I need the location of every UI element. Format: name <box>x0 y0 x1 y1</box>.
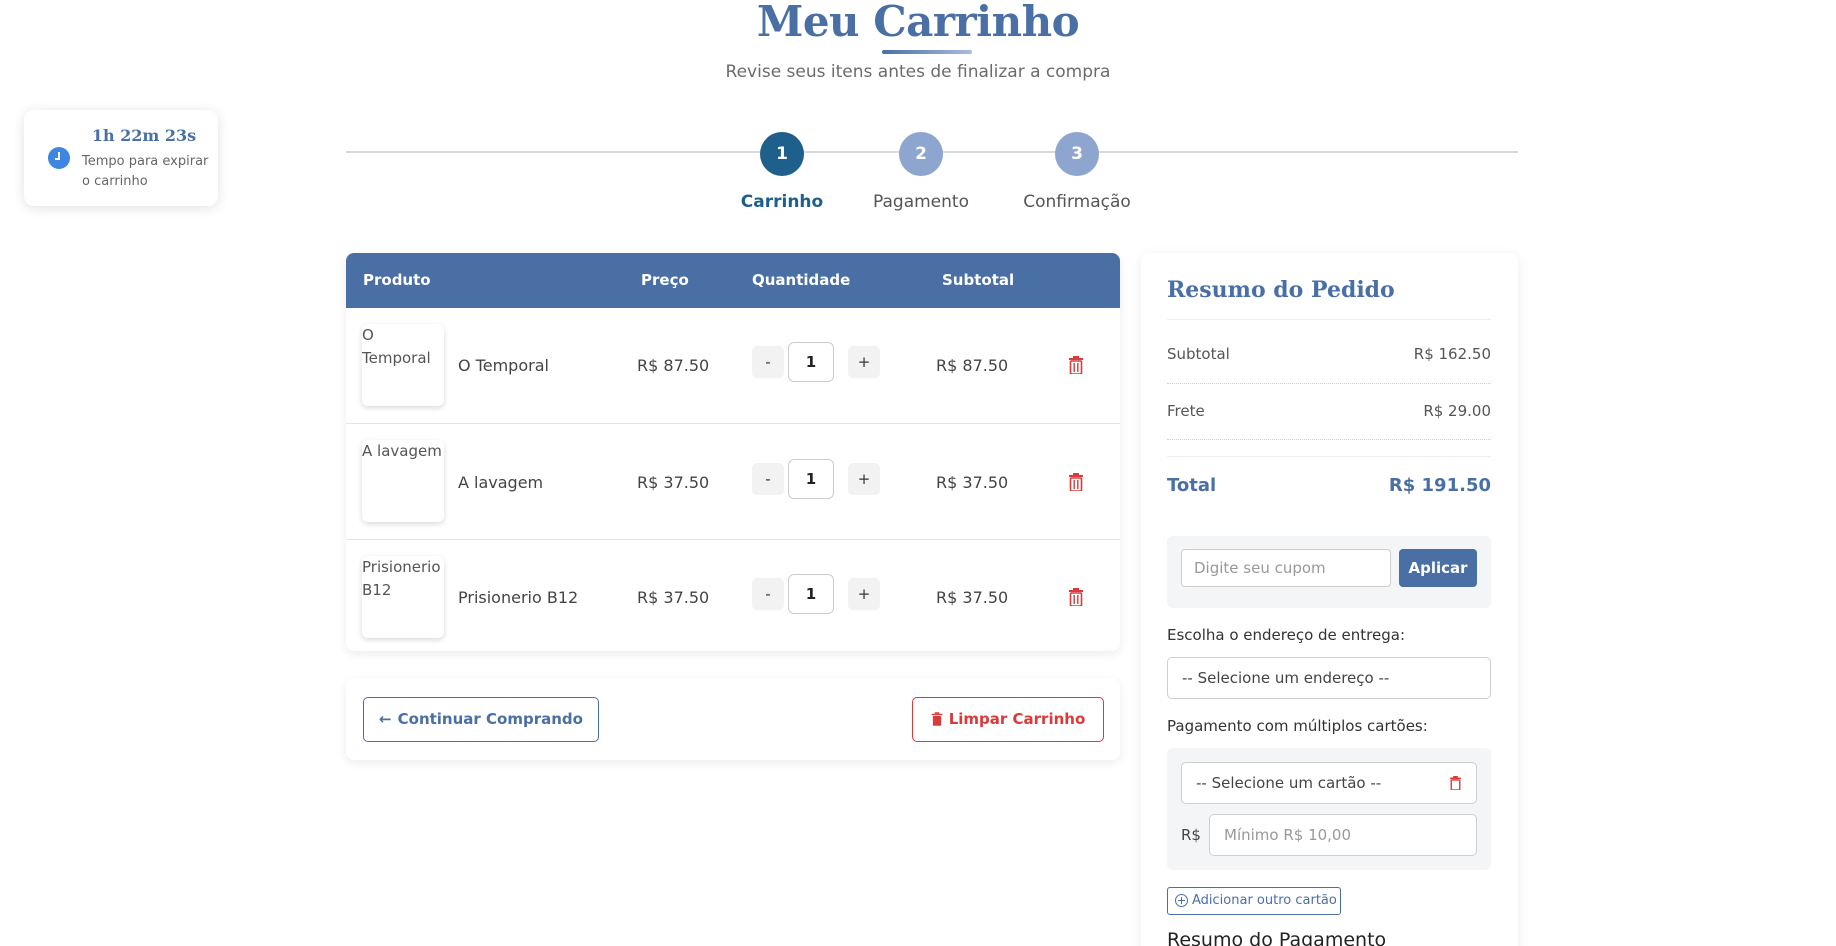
decrease-quantity-button[interactable]: - <box>752 463 784 495</box>
product-image[interactable]: Prisionerio B12 <box>362 556 444 638</box>
page-title: Meu Carrinho <box>756 0 1080 46</box>
step-3-circle: 3 <box>1055 132 1099 176</box>
product-image[interactable]: A lavagem <box>362 440 444 522</box>
timer-value: 1h 22m 23s <box>91 126 197 145</box>
clear-cart-label: Limpar Carrinho <box>948 710 1086 728</box>
subtotal-value: R$ 162.50 <box>1413 345 1491 363</box>
coupon-input[interactable]: Digite seu cupom <box>1181 549 1391 587</box>
currency-label: R$ <box>1181 826 1201 844</box>
add-card-label: Adicionar outro cartão <box>1192 893 1337 908</box>
page-subtitle: Revise seus itens antes de finalizar a c… <box>725 62 1111 82</box>
trash-icon <box>931 712 942 726</box>
shipping-value: R$ 29.00 <box>1423 402 1491 420</box>
table-row: A lavagem A lavagem R$ 37.50 - 1 + R$ 37… <box>346 424 1120 540</box>
cart-table: Produto Preço Quantidade Subtotal O Temp… <box>346 253 1120 651</box>
order-summary-title: Resumo do Pedido <box>1167 277 1395 303</box>
address-select[interactable]: -- Selecione um endereço -- <box>1167 657 1491 699</box>
step-2-circle: 2 <box>899 132 943 176</box>
product-name[interactable]: Prisionerio B12 <box>458 588 578 607</box>
increase-quantity-button[interactable]: + <box>848 346 880 378</box>
product-price: R$ 87.50 <box>637 356 710 375</box>
card-select-value: -- Selecione um cartão -- <box>1196 774 1382 792</box>
trash-icon[interactable] <box>1068 588 1084 606</box>
step-1-circle: 1 <box>760 132 804 176</box>
quantity-input[interactable]: 1 <box>788 459 834 499</box>
subtotal-label: Subtotal <box>1167 345 1230 363</box>
title-underline <box>882 50 972 54</box>
table-row: Prisionerio B12 Prisionerio B12 R$ 37.50… <box>346 540 1120 651</box>
cart-actions: ← Continuar Comprando Limpar Carrinho <box>346 678 1120 760</box>
product-name[interactable]: O Temporal <box>458 356 549 375</box>
card-select[interactable]: -- Selecione um cartão -- <box>1181 762 1477 804</box>
increase-quantity-button[interactable]: + <box>848 578 880 610</box>
total-value: R$ 191.50 <box>1388 475 1491 496</box>
quantity-input[interactable]: 1 <box>788 342 834 382</box>
divider <box>1167 439 1491 440</box>
plus-circle-icon <box>1175 894 1188 907</box>
column-header-quantity: Quantidade <box>752 271 851 289</box>
column-header-price: Preço <box>641 271 689 289</box>
shipping-label: Frete <box>1167 402 1205 420</box>
product-image[interactable]: O Temporal <box>362 324 444 406</box>
decrease-quantity-button[interactable]: - <box>752 578 784 610</box>
column-header-product: Produto <box>363 271 431 289</box>
increase-quantity-button[interactable]: + <box>848 463 880 495</box>
continue-shopping-label: Continuar Comprando <box>397 710 583 728</box>
multi-card-label: Pagamento com múltiplos cartões: <box>1167 717 1428 735</box>
continue-shopping-button[interactable]: ← Continuar Comprando <box>363 697 599 742</box>
trash-icon[interactable] <box>1068 473 1084 491</box>
address-label: Escolha o endereço de entrega: <box>1167 626 1406 644</box>
coupon-section: Digite seu cupom Aplicar <box>1167 536 1491 608</box>
step-3-label: Confirmação <box>1023 192 1131 212</box>
trash-icon[interactable] <box>1068 356 1084 374</box>
trash-icon[interactable] <box>1449 776 1462 790</box>
product-subtotal: R$ 87.50 <box>936 356 1009 375</box>
card-payment-section: -- Selecione um cartão -- R$ Mínimo R$ 1… <box>1167 748 1491 870</box>
payment-summary-title: Resumo do Pagamento <box>1167 929 1387 946</box>
step-2-label: Pagamento <box>873 192 969 212</box>
total-label: Total <box>1167 475 1217 496</box>
divider <box>1167 456 1491 457</box>
order-summary: Resumo do Pedido Subtotal R$ 162.50 Fret… <box>1141 253 1518 946</box>
product-price: R$ 37.50 <box>637 473 710 492</box>
product-name[interactable]: A lavagem <box>458 473 543 492</box>
table-header: Produto Preço Quantidade Subtotal <box>346 253 1120 308</box>
apply-coupon-button[interactable]: Aplicar <box>1399 549 1477 587</box>
divider <box>1167 319 1491 320</box>
card-amount-input[interactable]: Mínimo R$ 10,00 <box>1209 814 1477 856</box>
add-card-button[interactable]: Adicionar outro cartão <box>1167 887 1341 915</box>
arrow-left-icon: ← <box>379 710 392 728</box>
quantity-input[interactable]: 1 <box>788 574 834 614</box>
step-1-label: Carrinho <box>740 192 824 212</box>
timer-label: Tempo para expirar o carrinho <box>82 154 209 189</box>
product-price: R$ 37.50 <box>637 588 710 607</box>
cart-expiry-timer: 1h 22m 23s Tempo para expirar o carrinho <box>24 110 218 206</box>
clock-icon <box>48 147 70 169</box>
column-header-subtotal: Subtotal <box>942 271 1015 289</box>
decrease-quantity-button[interactable]: - <box>752 346 784 378</box>
table-row: O Temporal O Temporal R$ 87.50 - 1 + R$ … <box>346 308 1120 424</box>
product-subtotal: R$ 37.50 <box>936 588 1009 607</box>
product-subtotal: R$ 37.50 <box>936 473 1009 492</box>
divider <box>1167 383 1491 384</box>
clear-cart-button[interactable]: Limpar Carrinho <box>912 697 1104 742</box>
